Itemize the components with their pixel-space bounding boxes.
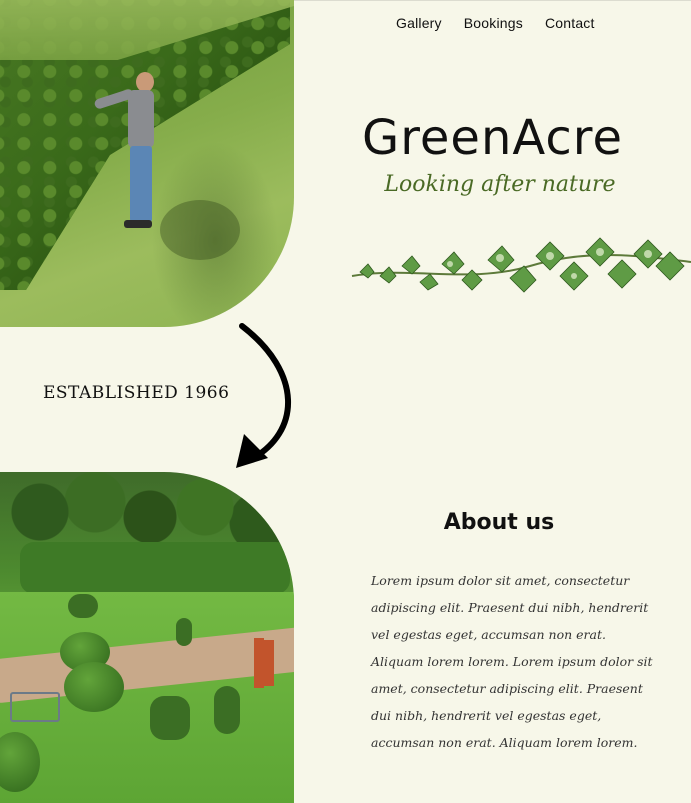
topiary-animal: [214, 686, 240, 734]
main-nav: Gallery Bookings Contact: [396, 15, 595, 31]
gardener-legs: [130, 146, 152, 222]
nav-gallery[interactable]: Gallery: [396, 15, 442, 31]
brand-tagline: Looking after nature: [384, 172, 616, 197]
nav-contact[interactable]: Contact: [545, 15, 595, 31]
topiary-animal: [68, 594, 98, 618]
brand-title: GreenAcre: [362, 110, 623, 166]
hedge-trimming-photo: [0, 0, 294, 327]
gardener-shadow: [160, 200, 240, 260]
gardener-body: [128, 90, 154, 148]
about-title: About us: [443, 510, 555, 535]
garden-bush: [64, 662, 124, 712]
established-label: ESTABLISHED 1966: [43, 383, 230, 403]
gardener-figure: [93, 72, 160, 232]
topiary-garden-photo: [0, 472, 294, 803]
gardener-shoes: [124, 220, 152, 228]
ivy-vine-illustration: [351, 237, 691, 293]
nav-bookings[interactable]: Bookings: [464, 15, 523, 31]
gardener-head: [136, 72, 154, 92]
garden-bench: [10, 692, 60, 722]
garden-hedge-row: [20, 542, 290, 594]
garden-post: [264, 640, 274, 686]
garden-post: [254, 638, 264, 688]
topiary-animal: [176, 618, 192, 646]
about-text: Lorem ipsum dolor sit amet, consectetur …: [371, 573, 653, 750]
topiary-animal: [150, 696, 190, 740]
curved-arrow-icon: [236, 323, 291, 468]
